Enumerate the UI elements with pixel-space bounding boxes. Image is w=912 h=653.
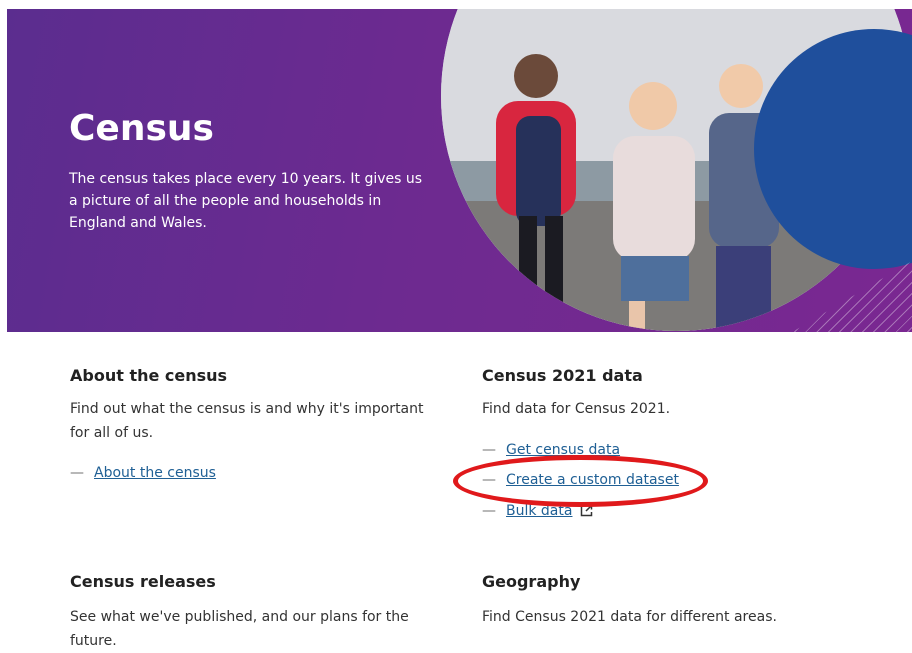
link-item: — Create a custom dataset bbox=[482, 472, 679, 488]
link-item: — About the census bbox=[70, 465, 216, 481]
link-item: — Get census data bbox=[482, 442, 620, 458]
bulk-data-link[interactable]: Bulk data bbox=[506, 503, 572, 519]
section-about-the-census: About the census Find out what the censu… bbox=[70, 366, 450, 445]
dash-icon: — bbox=[482, 442, 496, 458]
page-title: Census bbox=[69, 108, 214, 149]
section-title: Census 2021 data bbox=[482, 366, 643, 385]
section-census-releases: Census releases See what we've published… bbox=[70, 572, 450, 653]
section-title: Census releases bbox=[70, 572, 216, 591]
hero-banner: Census The census takes place every 10 y… bbox=[7, 9, 912, 332]
section-description: Find Census 2021 data for different area… bbox=[482, 609, 777, 625]
hero-description: The census takes place every 10 years. I… bbox=[69, 171, 423, 231]
dash-icon: — bbox=[70, 465, 84, 481]
create-custom-dataset-link[interactable]: Create a custom dataset bbox=[506, 472, 679, 488]
dash-icon: — bbox=[482, 472, 496, 488]
external-link-icon bbox=[580, 504, 593, 521]
section-census-2021-data: Census 2021 data Find data for Census 20… bbox=[482, 366, 862, 421]
section-title: Geography bbox=[482, 572, 581, 591]
section-geography: Geography Find Census 2021 data for diff… bbox=[482, 572, 862, 629]
dash-icon: — bbox=[482, 503, 496, 519]
link-item: — Bulk data bbox=[482, 503, 593, 521]
section-title: About the census bbox=[70, 366, 228, 385]
section-description: Find data for Census 2021. bbox=[482, 401, 671, 417]
get-census-data-link[interactable]: Get census data bbox=[506, 442, 620, 458]
about-the-census-link[interactable]: About the census bbox=[94, 465, 216, 481]
section-description: Find out what the census is and why it's… bbox=[70, 401, 424, 441]
section-description: See what we've published, and our plans … bbox=[70, 609, 409, 649]
